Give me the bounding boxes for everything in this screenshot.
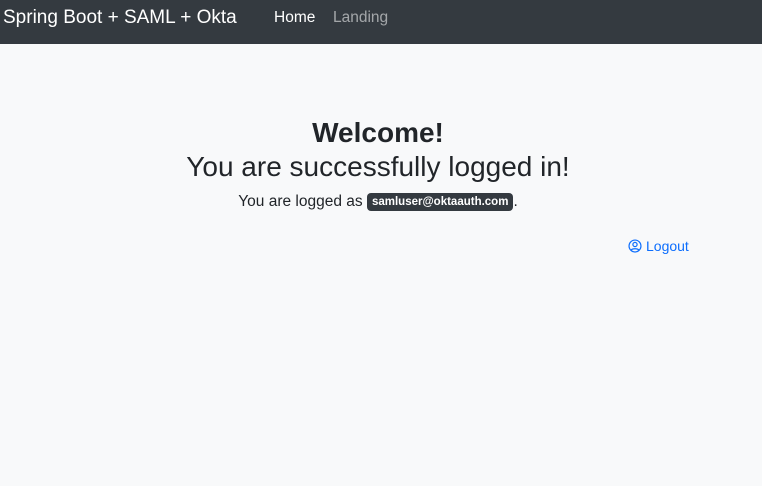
welcome-heading: Welcome! — [312, 117, 444, 148]
success-heading: You are successfully logged in! — [186, 151, 570, 182]
person-circle-icon — [628, 239, 642, 253]
logged-as-text: You are logged as samluser@oktaauth.com. — [0, 191, 756, 213]
logged-as-suffix: . — [513, 193, 518, 210]
navbar: Spring Boot + SAML + Okta Home Landing — [0, 0, 762, 44]
main-content: Welcome! You are successfully logged in!… — [0, 44, 762, 486]
nav-link-landing[interactable]: Landing — [333, 8, 388, 28]
logged-as-prefix: You are logged as — [238, 193, 367, 210]
logout-link[interactable]: Logout — [628, 236, 689, 256]
nav-link-home[interactable]: Home — [274, 8, 315, 28]
logout-label: Logout — [646, 238, 689, 254]
username-badge: samluser@oktaauth.com — [366, 193, 514, 211]
navbar-brand[interactable]: Spring Boot + SAML + Okta — [3, 6, 237, 30]
